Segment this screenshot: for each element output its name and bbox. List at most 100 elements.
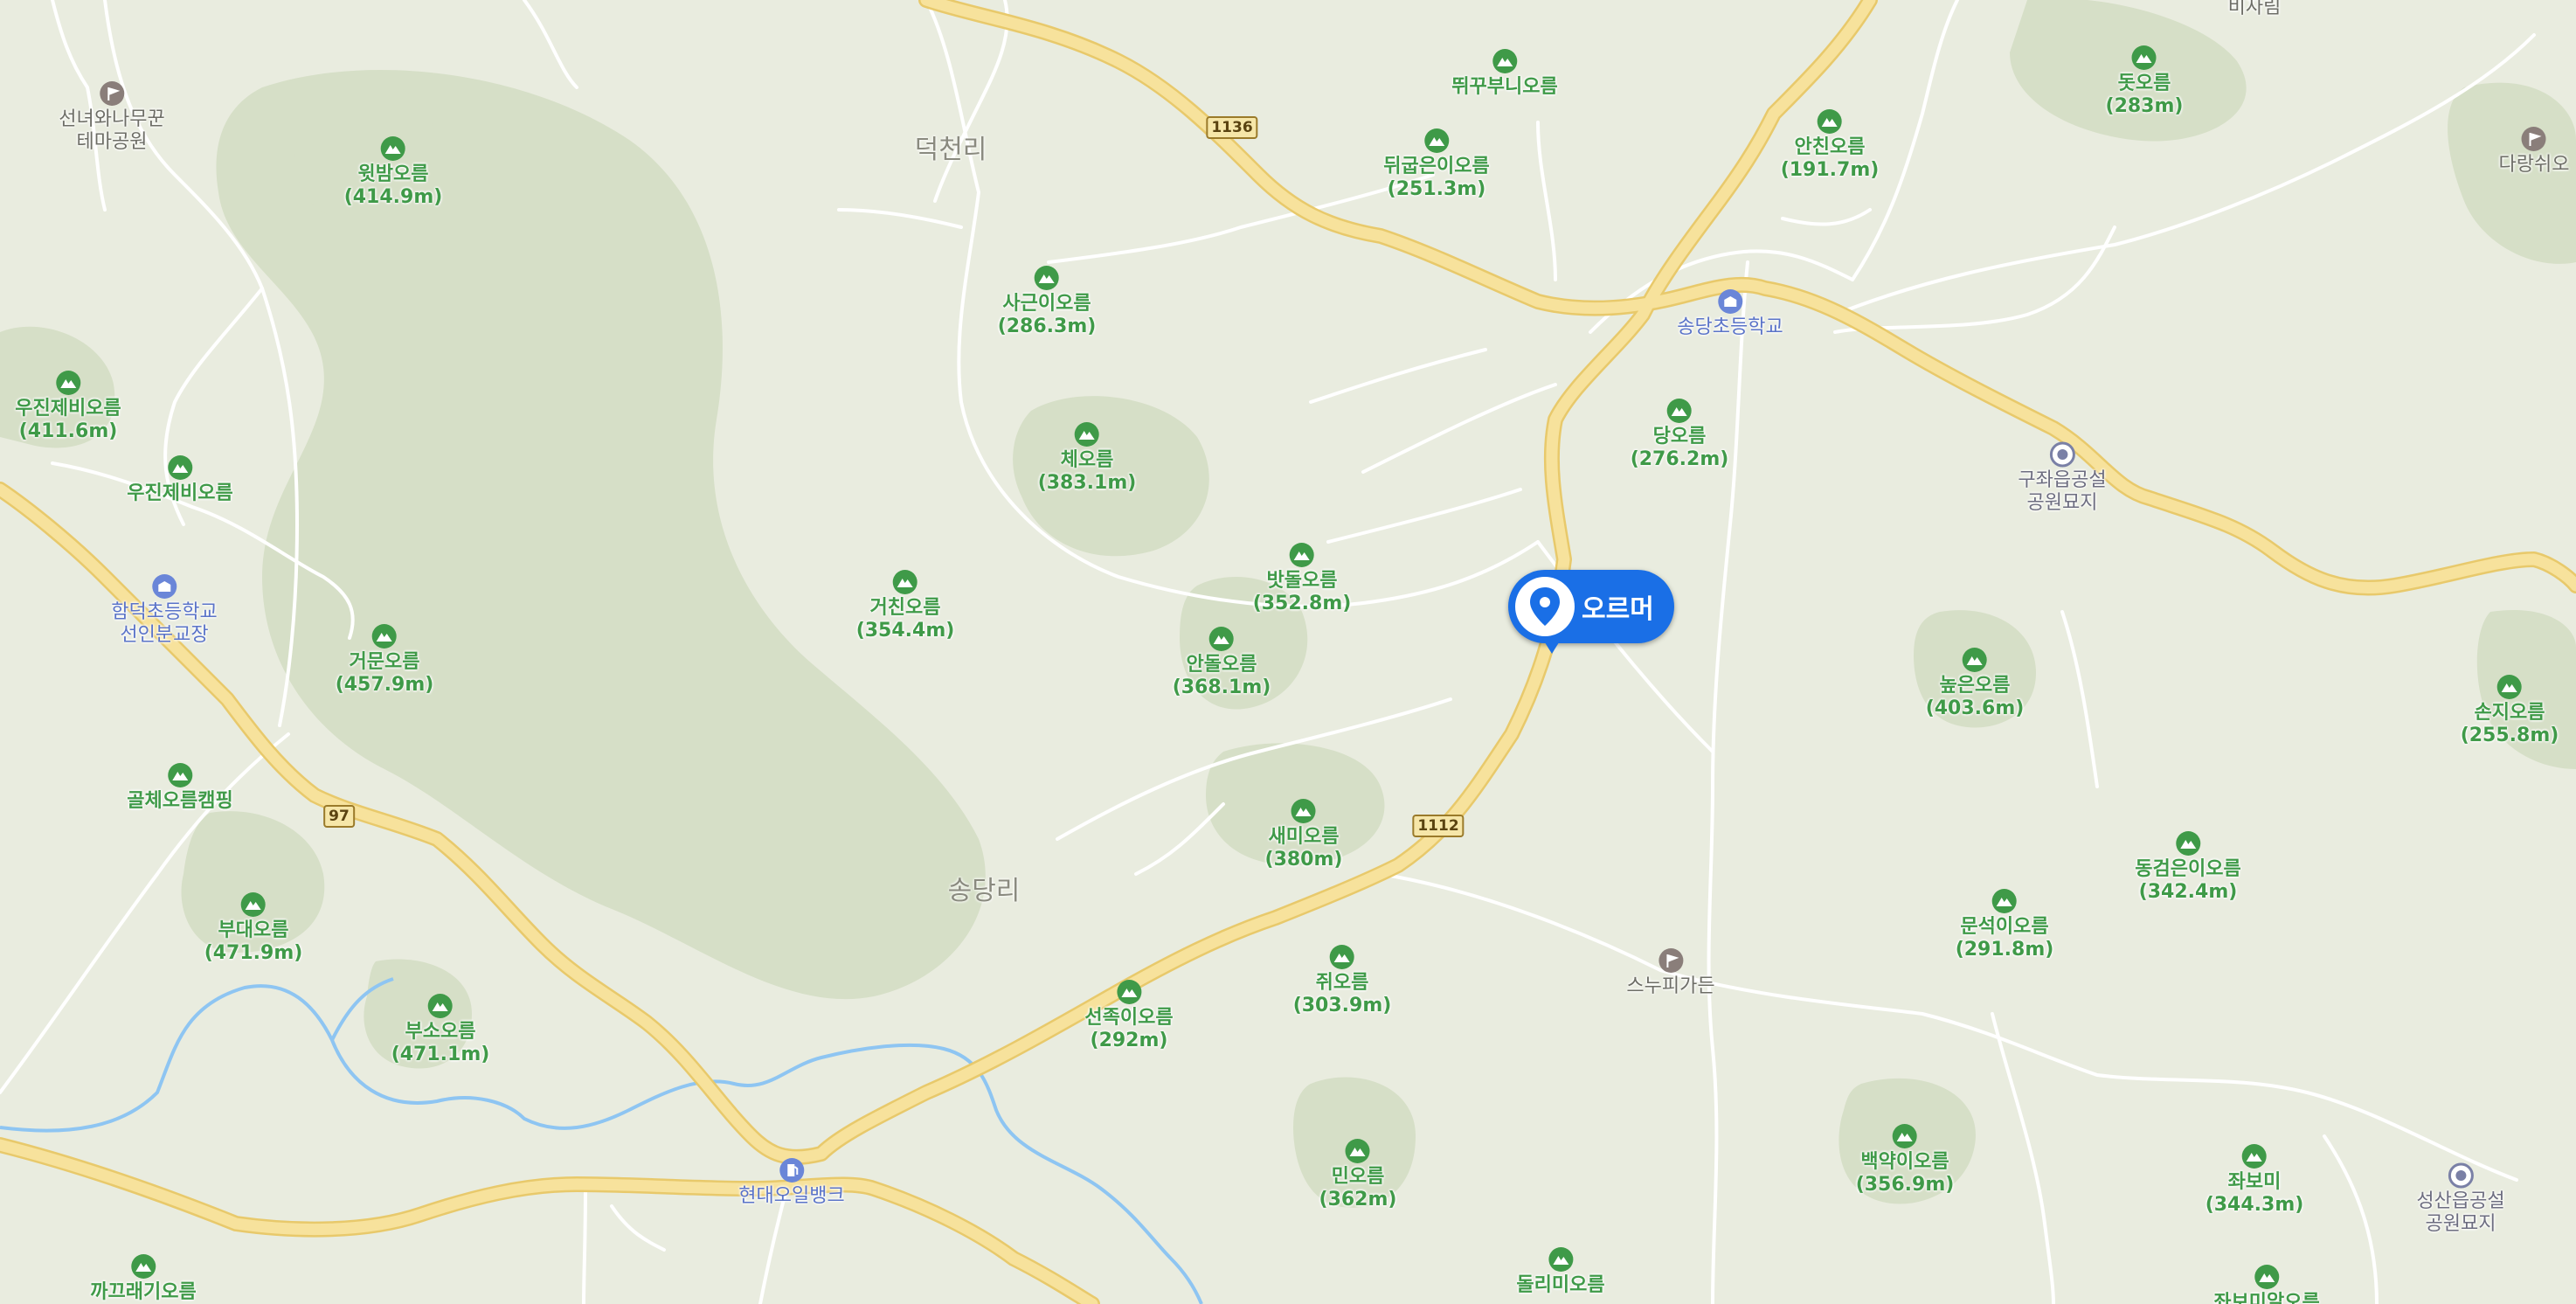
peak-marker[interactable]: 좌보미알오름 xyxy=(2213,1264,2320,1304)
mountain-icon xyxy=(381,136,405,161)
peak-marker[interactable]: 사근이오름 (286.3m) xyxy=(997,265,1097,338)
peak-elevation: (283m) xyxy=(2105,95,2184,117)
mountain-icon xyxy=(372,624,397,649)
peak-marker[interactable]: 우진제비오름 (411.6m) xyxy=(15,370,121,443)
peak-name: 백약이오름 xyxy=(1860,1151,1949,1173)
peak-name: 우진제비오름 xyxy=(15,398,121,420)
route-1136-shield: 1136 xyxy=(1206,116,1258,139)
location-marker[interactable]: 오르머 xyxy=(1508,570,1674,654)
peak-elevation: (471.9m) xyxy=(204,942,303,964)
peak-name: 민오름 xyxy=(1331,1166,1385,1188)
mountain-icon xyxy=(55,371,80,395)
peak-name: 선족이오름 xyxy=(1084,1007,1174,1029)
peak-name: 손지오름 xyxy=(2474,702,2545,724)
map-view[interactable]: 1136 1112 97 덕천리 송당리 윗밤오름 (414.9m) 뛰꾸부니오름… xyxy=(0,0,2576,1304)
peak-name: 새미오름 xyxy=(1268,826,1340,848)
cemetery-icon xyxy=(2448,1162,2474,1189)
village-label-songdang: 송당리 xyxy=(947,876,1021,906)
peak-name: 좌보미알오름 xyxy=(2213,1292,2320,1304)
mountain-icon xyxy=(2132,45,2157,70)
peak-name: 거문오름 xyxy=(349,651,420,673)
mountain-icon xyxy=(241,892,266,917)
mountain-icon xyxy=(167,763,192,787)
mountain-icon xyxy=(2254,1265,2279,1289)
peak-marker[interactable]: 손지오름 (255.8m) xyxy=(2461,674,2559,747)
peak-elevation: (471.1m) xyxy=(391,1044,490,1065)
peak-marker[interactable]: 백약이오름 (356.9m) xyxy=(1855,1123,1955,1196)
poi-marker[interactable]: 송당초등학교 xyxy=(1677,288,1783,339)
poi-marker[interactable]: 다랑쉬오 xyxy=(2498,126,2570,177)
peak-name: 당오름 xyxy=(1652,426,1707,447)
peak-elevation: (303.9m) xyxy=(1292,995,1392,1016)
poi-marker[interactable]: 구좌읍공설 공원묘지 xyxy=(2018,441,2107,515)
peak-elevation: (251.3m) xyxy=(1387,178,1486,200)
peak-elevation: (291.8m) xyxy=(1955,939,2054,961)
peak-marker[interactable]: 돗오름 (283m) xyxy=(2105,45,2184,118)
peak-marker[interactable]: 당오름 (276.2m) xyxy=(1631,398,1728,471)
school-icon xyxy=(151,574,177,599)
peak-marker[interactable]: 우진제비오름 xyxy=(127,454,233,505)
mountain-icon xyxy=(130,1254,156,1279)
poi-marker[interactable]: 함덕초등학교 선인분교장 xyxy=(111,573,218,647)
peak-marker[interactable]: 선족이오름 (292m) xyxy=(1084,979,1174,1052)
peak-marker[interactable]: 안돌오름 (368.1m) xyxy=(1173,626,1271,699)
mountain-icon xyxy=(1291,799,1316,823)
poi-marker[interactable]: 현대오일뱅크 xyxy=(738,1157,845,1208)
peak-marker[interactable]: 민오름 (362m) xyxy=(1319,1138,1397,1211)
mountain-icon xyxy=(1116,980,1141,1004)
route-97-shield: 97 xyxy=(323,805,355,828)
peak-marker[interactable]: 밧돌오름 (352.8m) xyxy=(1252,542,1352,615)
peak-name: 밧돌오름 xyxy=(1266,570,1338,592)
peak-marker[interactable]: 거친오름 (354.4m) xyxy=(856,569,954,642)
peak-name: 돗오름 xyxy=(2117,73,2171,94)
peak-marker[interactable]: 거문오름 (457.9m) xyxy=(336,623,433,697)
peak-marker[interactable]: 돌리미오름 xyxy=(1516,1246,1605,1297)
flag-icon xyxy=(99,81,124,106)
mountain-icon xyxy=(1346,1139,1370,1163)
mountain-icon xyxy=(1035,266,1059,290)
peak-marker[interactable]: 까끄래기오름 xyxy=(90,1253,197,1304)
mountain-icon xyxy=(1330,945,1354,969)
map-pin-icon xyxy=(1530,587,1560,626)
poi-name: 송당초등학교 xyxy=(1677,316,1783,338)
peak-elevation: (356.9m) xyxy=(1855,1174,1955,1196)
peak-marker[interactable]: 문석이오름 (291.8m) xyxy=(1955,888,2054,961)
poi-marker[interactable]: 스누피가든 xyxy=(1626,947,1715,998)
mountain-icon xyxy=(428,994,453,1018)
peak-marker[interactable]: 윗밤오름 (414.9m) xyxy=(344,135,442,209)
peak-marker[interactable]: 뒤굽은이오름 (251.3m) xyxy=(1383,128,1490,201)
peak-name: 동검은이오름 xyxy=(2135,858,2241,880)
school-icon xyxy=(1717,289,1742,314)
poi-marker[interactable]: 비자림 xyxy=(2228,0,2282,19)
mountain-icon xyxy=(1992,889,2017,913)
peak-elevation: (191.7m) xyxy=(1780,159,1880,181)
peak-marker[interactable]: 부대오름 (471.9m) xyxy=(204,891,303,965)
peak-marker[interactable]: 새미오름 (380m) xyxy=(1265,798,1342,871)
peak-elevation: (403.6m) xyxy=(1925,697,2025,719)
mountain-icon xyxy=(167,455,192,480)
poi-name: 성산읍공설 공원묘지 xyxy=(2416,1190,2505,1235)
peak-name: 좌보미 xyxy=(2227,1171,2282,1193)
peak-marker[interactable]: 안친오름 (191.7m) xyxy=(1780,108,1880,182)
peak-marker[interactable]: 쥐오름 (303.9m) xyxy=(1292,944,1392,1017)
peak-marker[interactable]: 체오름 (383.1m) xyxy=(1038,421,1136,495)
village-label-deokcheon: 덕천리 xyxy=(914,135,987,165)
peak-marker[interactable]: 좌보미 (344.3m) xyxy=(2205,1143,2304,1217)
peak-marker[interactable]: 골체오름캠핑 xyxy=(127,762,233,813)
poi-name: 다랑쉬오 xyxy=(2498,154,2570,176)
peak-name: 까끄래기오름 xyxy=(90,1281,197,1303)
peak-elevation: (352.8m) xyxy=(1252,593,1352,614)
peak-name: 뒤굽은이오름 xyxy=(1383,156,1490,177)
peak-elevation: (344.3m) xyxy=(2205,1194,2304,1216)
peak-name: 골체오름캠핑 xyxy=(127,790,233,812)
peak-marker[interactable]: 부소오름 (471.1m) xyxy=(391,993,490,1066)
peak-marker[interactable]: 높은오름 (403.6m) xyxy=(1925,647,2025,720)
peak-marker[interactable]: 동검은이오름 (342.4m) xyxy=(2135,830,2241,904)
peak-marker[interactable]: 뛰꾸부니오름 xyxy=(1451,48,1558,99)
peak-name: 높은오름 xyxy=(1939,675,2011,697)
poi-marker[interactable]: 성산읍공설 공원묘지 xyxy=(2416,1162,2505,1236)
route-1112-shield: 1112 xyxy=(1412,815,1465,837)
peak-elevation: (286.3m) xyxy=(997,316,1097,337)
poi-marker[interactable]: 선녀와나무꾼 테마공원 xyxy=(59,80,165,154)
peak-elevation: (362m) xyxy=(1319,1189,1397,1210)
